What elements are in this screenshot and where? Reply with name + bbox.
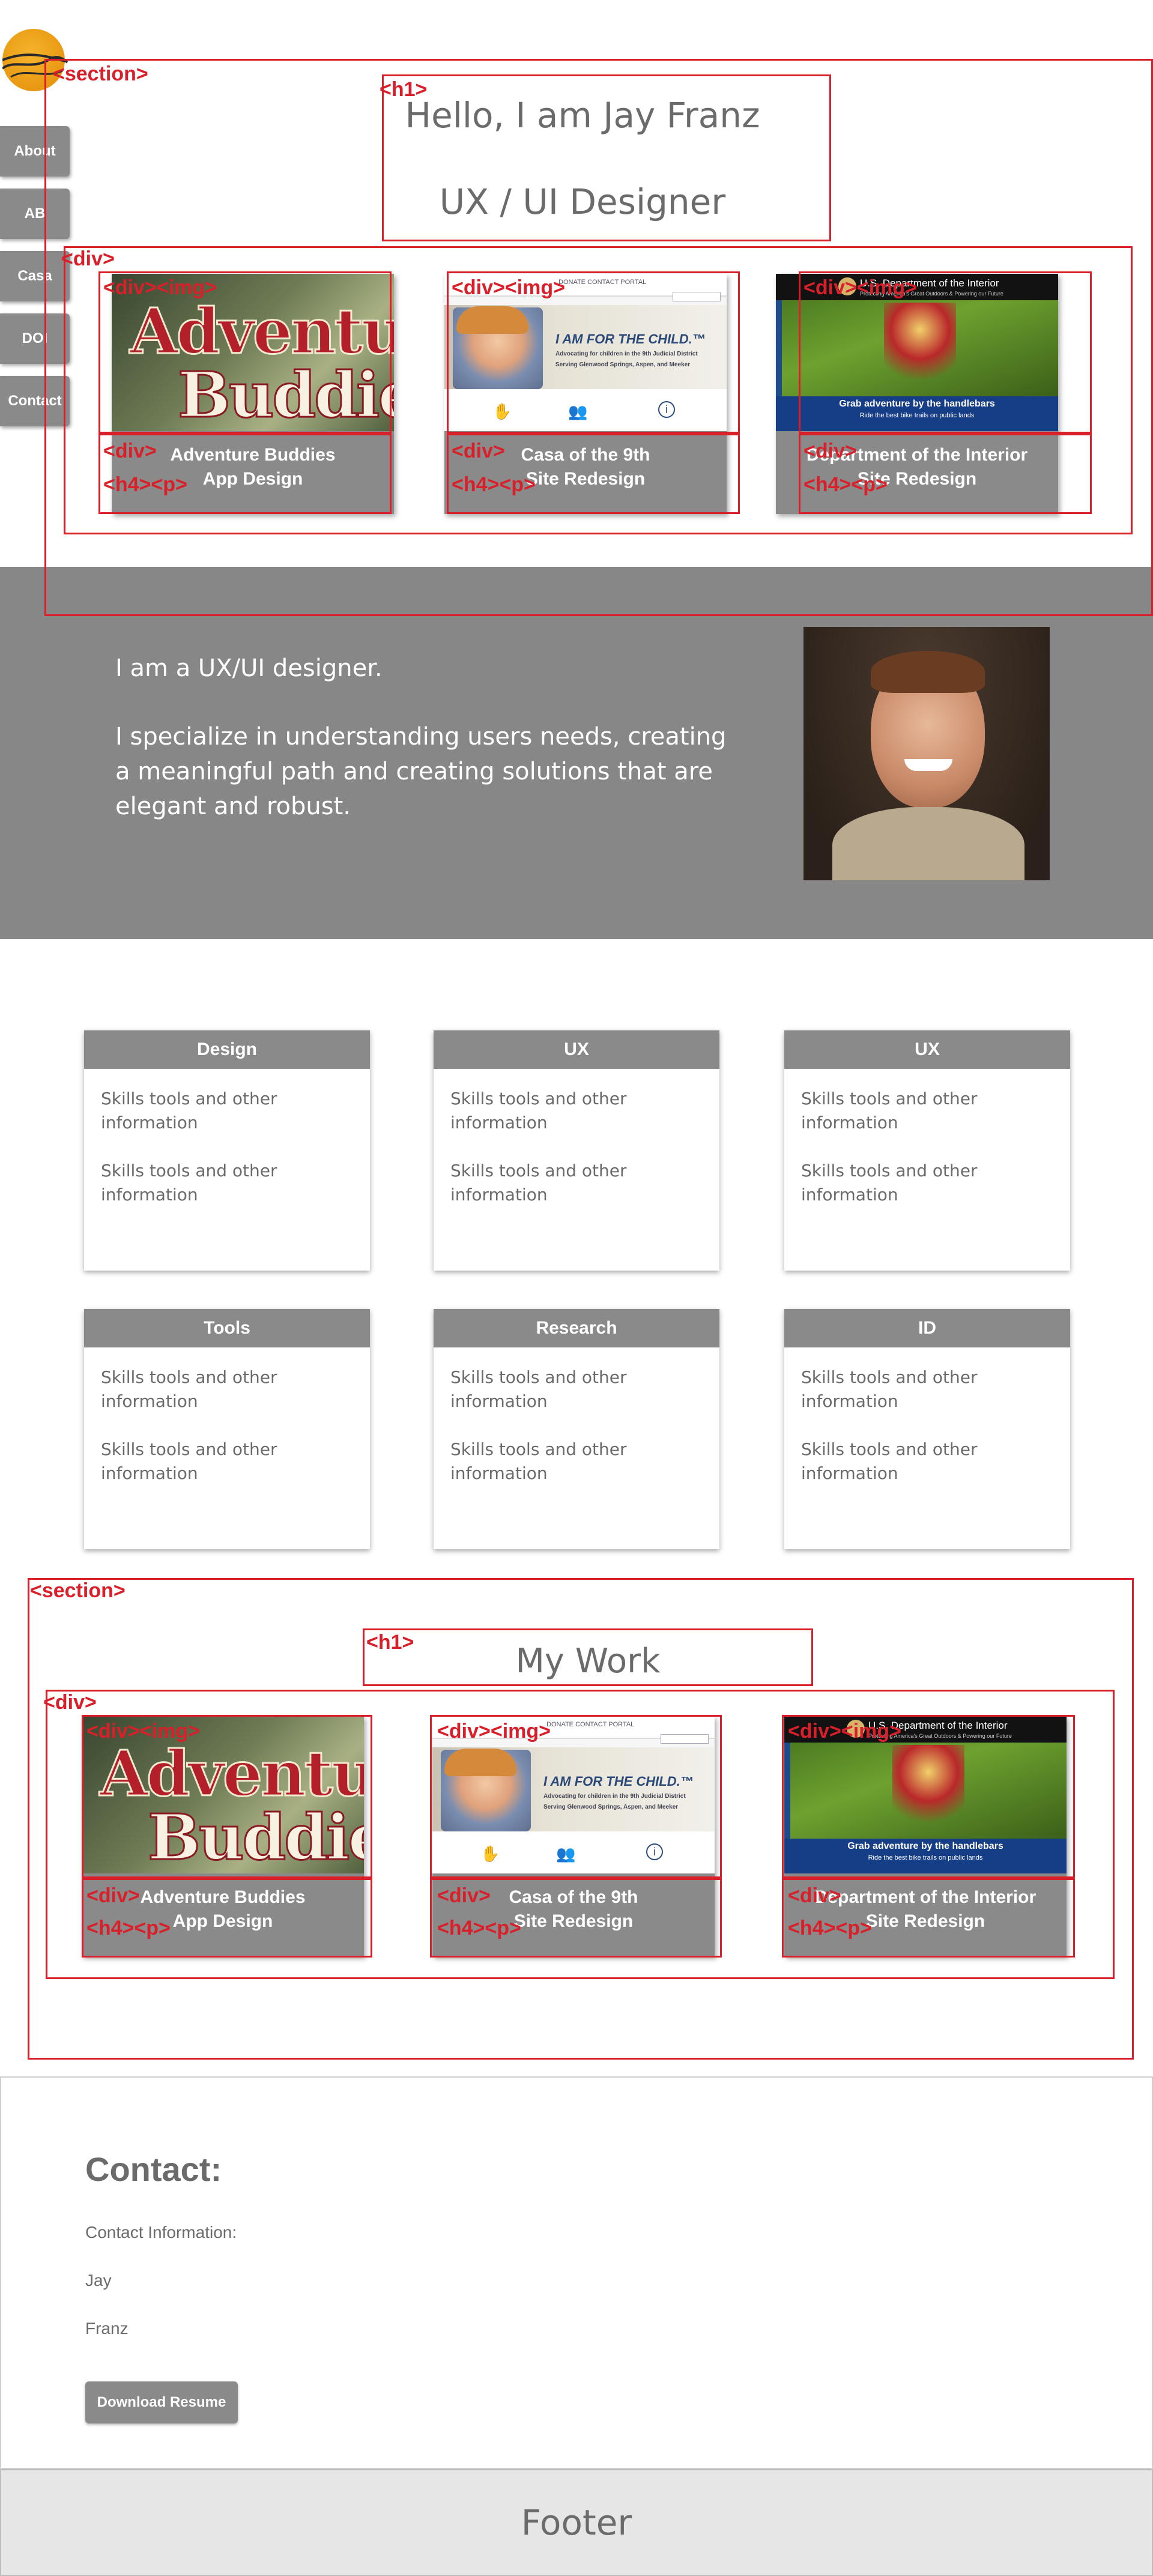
annotation-tag-h4-p: <h4><p> (803, 473, 888, 496)
people-icon: 👥 (568, 402, 588, 420)
skill-text: Skills tools and other information (801, 1089, 978, 1132)
skill-card: Tools Skills tools and other information… (84, 1309, 370, 1549)
download-resume-button[interactable]: Download Resume (85, 2381, 238, 2423)
skill-text: Skills tools and other information (101, 1367, 277, 1411)
annotation-tag-h4-p: <h4><p> (103, 473, 187, 496)
info-icon: i (658, 401, 675, 418)
skill-text: Skills tools and other information (450, 1367, 627, 1411)
contact-last-name: Franz (85, 2319, 129, 2338)
annotation-tag-section: <section> (30, 1579, 126, 1602)
skill-text: Skills tools and other information (801, 1439, 978, 1483)
annotation-tag-div-img: <div><img> (788, 1720, 901, 1743)
hand-icon: ✋ (480, 1845, 500, 1863)
annotation-tag-div: <div> (437, 1884, 491, 1907)
annotation-tag-section: <section> (53, 62, 148, 85)
annotation-tag-h1: <h1> (380, 78, 428, 101)
contact-section: Contact: Contact Information: Jay Franz … (0, 2076, 1153, 2469)
annotation-tag-div: <div> (452, 440, 505, 462)
skill-text: Skills tools and other information (101, 1089, 277, 1132)
skill-text: Skills tools and other information (101, 1161, 277, 1205)
about-line-2: I specialize in understanding users need… (115, 723, 727, 820)
skill-card-title: Research (434, 1309, 719, 1347)
annotation-tag-div-img: <div><img> (452, 276, 565, 299)
skill-card: Research Skills tools and other informat… (434, 1309, 719, 1549)
nav-casa-button[interactable]: Casa (0, 251, 70, 301)
skill-card-title: UX (434, 1030, 719, 1069)
info-icon: i (646, 1843, 663, 1860)
footer: Footer (0, 2469, 1153, 2576)
hero-title-name: Hello, I am Jay Franz (405, 95, 760, 136)
skill-text: Skills tools and other information (101, 1439, 277, 1483)
hand-icon: ✋ (492, 402, 512, 420)
skill-text: Skills tools and other information (801, 1161, 978, 1205)
about-line-1: I am a UX/UI designer. (115, 655, 383, 682)
contact-title: Contact: (85, 2150, 222, 2188)
annotation-tag-div-img: <div><img> (86, 1720, 200, 1743)
annotation-tag-div-img: <div><img> (803, 276, 917, 299)
skill-card: UX Skills tools and other information Ski… (784, 1030, 1070, 1271)
annotation-tag-h1: <h1> (366, 1631, 414, 1654)
annotation-tag-div: <div> (103, 440, 157, 462)
annotation-tag-div: <div> (803, 440, 857, 462)
annotation-tag-div: <div> (86, 1884, 140, 1907)
annotation-tag-h4-p: <h4><p> (86, 1917, 171, 1940)
about-text: I am a UX/UI designer. I specialize in u… (115, 651, 728, 857)
nav-contact-button[interactable]: Contact (0, 376, 70, 426)
skill-text: Skills tools and other information (450, 1089, 627, 1132)
annotation-tag-div: <div> (43, 1691, 97, 1714)
skill-card-title: UX (784, 1030, 1070, 1069)
annotation-tag-div: <div> (61, 247, 115, 270)
annotation-tag-div: <div> (788, 1884, 841, 1907)
annotation-tag-h4-p: <h4><p> (437, 1917, 521, 1940)
nav-doi-button[interactable]: DOI (0, 313, 70, 364)
work-title: My Work (515, 1642, 661, 1681)
contact-first-name: Jay (85, 2271, 112, 2290)
portrait-photo (803, 627, 1050, 880)
skill-card-title: ID (784, 1309, 1070, 1347)
annotation-tag-div-img: <div><img> (437, 1720, 551, 1743)
people-icon: 👥 (556, 1845, 576, 1863)
annotation-tag-div-img: <div><img> (103, 276, 217, 299)
skill-card-title: Tools (84, 1309, 370, 1347)
skill-card-title: Design (84, 1030, 370, 1069)
skill-text: Skills tools and other information (801, 1367, 978, 1411)
skill-card: Design Skills tools and other informatio… (84, 1030, 370, 1271)
hero-title-role: UX / UI Designer (439, 181, 726, 222)
nav-about-button[interactable]: About (0, 126, 70, 177)
skill-card: ID Skills tools and other information Ski… (784, 1309, 1070, 1549)
skill-text: Skills tools and other information (450, 1439, 627, 1483)
annotation-tag-h4-p: <h4><p> (452, 473, 536, 496)
annotation-tag-h4-p: <h4><p> (788, 1917, 872, 1940)
about-section: I am a UX/UI designer. I specialize in u… (0, 567, 1153, 939)
skill-text: Skills tools and other information (450, 1161, 627, 1205)
contact-info-label: Contact Information: (85, 2223, 237, 2242)
skill-card: UX Skills tools and other information Ski… (434, 1030, 719, 1271)
nav-ab-button[interactable]: AB (0, 189, 70, 239)
